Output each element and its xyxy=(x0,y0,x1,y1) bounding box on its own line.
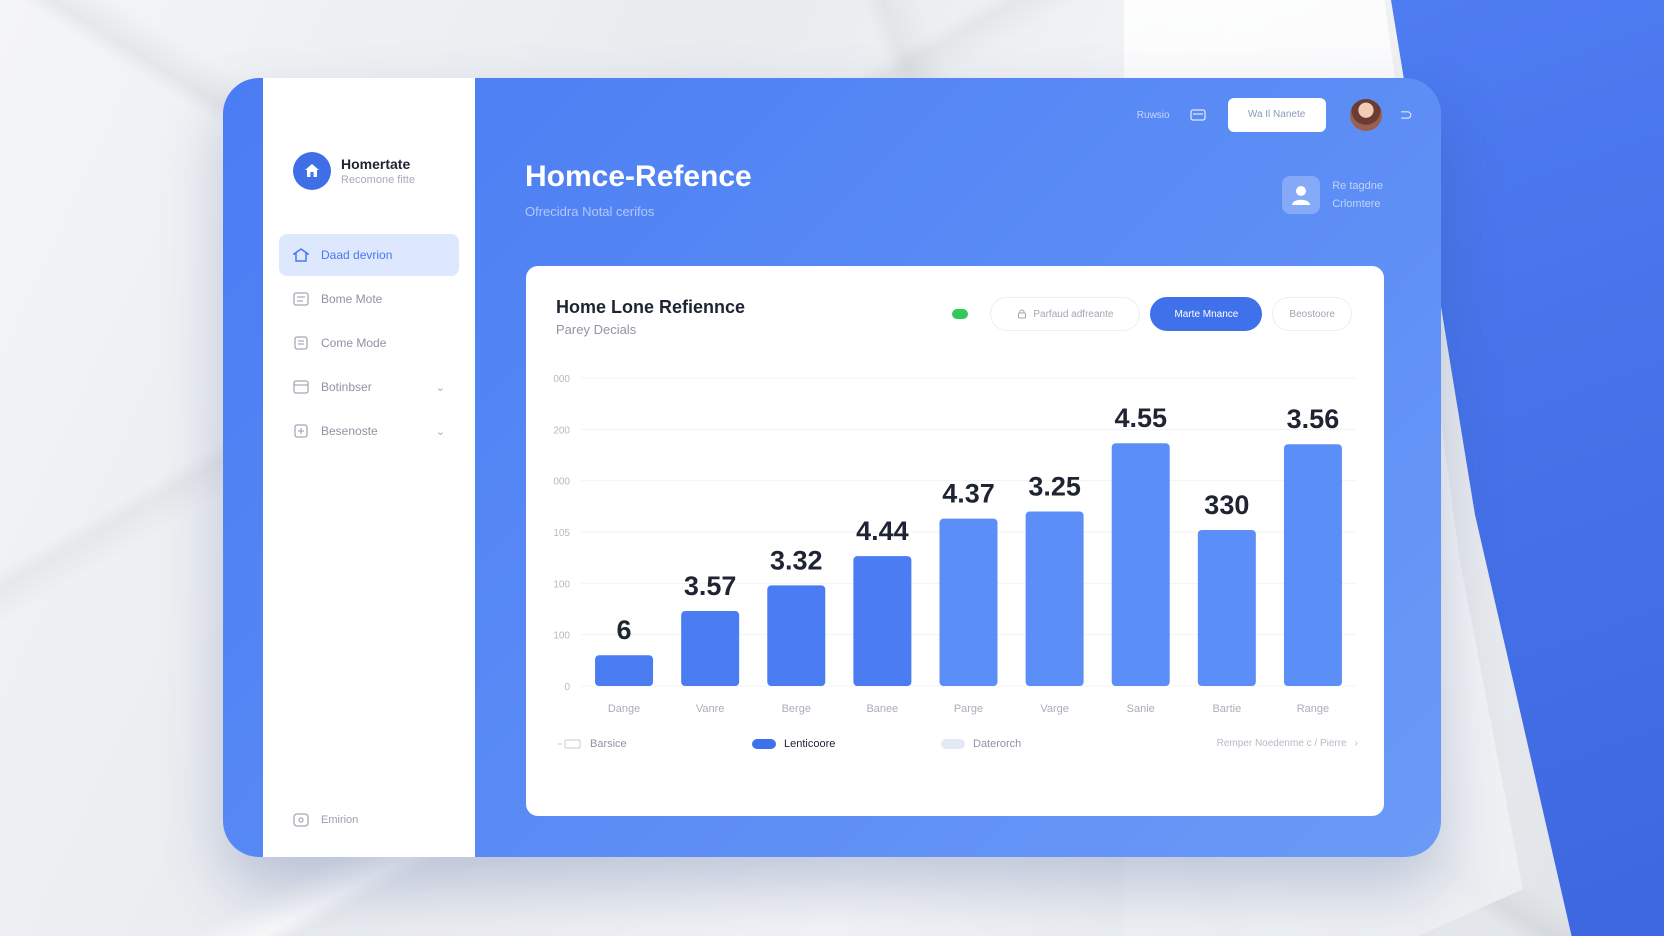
bar xyxy=(1197,529,1256,686)
app-window: Homertate Recomone fitte Daad devrion Bo… xyxy=(223,78,1441,857)
list-icon xyxy=(293,292,309,306)
settings-icon xyxy=(293,813,309,827)
x-tick-label: Dange xyxy=(608,703,640,715)
x-tick-label: Bartie xyxy=(1212,703,1241,715)
x-tick-label: Varge xyxy=(1040,703,1069,715)
sidebar-item-come-mode[interactable]: Come Mode xyxy=(279,322,459,364)
bar-value-label: 3.32 xyxy=(770,545,823,575)
bar xyxy=(1025,511,1084,686)
bar-chart: 0 100 100 105 000 200 000 6 Dange 3.57 Vanre 3.32 Be… xyxy=(553,374,1356,715)
user-card-title: Re tagdne xyxy=(1332,180,1383,192)
user-avatar[interactable] xyxy=(1349,99,1382,131)
sidebar-item-besenoste[interactable]: Besenoste ⌄ xyxy=(279,410,459,452)
bar-value-label: 4.37 xyxy=(942,479,995,509)
x-tick-label: Berge xyxy=(782,703,811,715)
brand-subtitle: Recomone fitte xyxy=(341,174,415,186)
sidebar: Homertate Recomone fitte Daad devrion Bo… xyxy=(263,78,475,857)
x-tick-label: Banee xyxy=(866,703,898,715)
sidebar-item-label: Daad devrion xyxy=(321,248,393,262)
card-icon xyxy=(293,380,309,394)
bar xyxy=(767,585,826,686)
legend-label: Lenticoore xyxy=(784,738,836,750)
y-tick-label: 0 xyxy=(564,682,570,693)
bar-value-label: 3.25 xyxy=(1028,471,1081,501)
sidebar-footer-label: Emirion xyxy=(321,814,359,826)
user-card[interactable]: Re tagdne Crlomtere xyxy=(1282,176,1383,214)
chart-legend: Barsice Lenticoore Daterorch Remper Noed… xyxy=(558,738,1358,762)
legend-more-label: Remper Noedenme c / Pierre xyxy=(1216,738,1347,749)
chevron-down-icon[interactable]: ⌄ xyxy=(436,381,445,394)
sidebar-item-bome-mote[interactable]: Bome Mote xyxy=(279,278,459,320)
x-tick-label: Parge xyxy=(954,703,983,715)
bar-value-label: 6 xyxy=(617,615,632,645)
x-tick-label: Range xyxy=(1297,703,1329,715)
legend-item[interactable]: Barsice xyxy=(558,738,627,750)
bar-value-label: 4.55 xyxy=(1114,403,1167,433)
bar xyxy=(681,611,740,686)
y-tick-label: 100 xyxy=(553,631,570,642)
bar xyxy=(1111,443,1170,686)
x-tick-label: Sanie xyxy=(1127,703,1155,715)
card-title: Home Lone Refiennce xyxy=(556,297,746,317)
chart-card: 0 100 100 105 000 200 000 6 Dange 3.57 Vanre 3.32 Be… xyxy=(526,266,1384,816)
bar-value-label: 4.44 xyxy=(856,516,909,546)
legend-item[interactable]: Lenticoore xyxy=(752,738,835,750)
menu-icon[interactable] xyxy=(1189,109,1206,121)
y-tick-label: 000 xyxy=(553,477,570,488)
topbar-link[interactable]: Ruwsio xyxy=(1137,110,1170,121)
page-subtitle: Ofrecidra Notal cerifos xyxy=(525,204,655,219)
sidebar-item-label: Botinbser xyxy=(321,380,372,394)
lock-icon xyxy=(1018,309,1027,319)
home-icon xyxy=(293,248,309,262)
bar-value-label: 330 xyxy=(1204,490,1249,520)
sidebar-nav: Daad devrion Bome Mote Come Mode Botinbs… xyxy=(279,234,459,454)
y-tick-label: 200 xyxy=(553,425,570,436)
report-icon xyxy=(294,424,308,438)
y-tick-label: 000 xyxy=(553,374,570,385)
page-title: Homce-Refence xyxy=(525,160,752,193)
sidebar-footer-item[interactable]: Emirion xyxy=(293,813,358,827)
status-indicator xyxy=(952,309,969,319)
brand-name: Homertate xyxy=(341,156,411,172)
sidebar-item-label: Come Mode xyxy=(321,336,387,350)
legend-outline-swatch xyxy=(558,739,581,749)
legend-more-link[interactable]: Remper Noedenme c / Pierre › xyxy=(1217,738,1358,749)
secondary-pill-button[interactable]: Beostoore xyxy=(1272,297,1352,331)
sidebar-item-dashboard[interactable]: Daad devrion xyxy=(279,234,459,276)
legend-swatch xyxy=(752,739,776,749)
y-tick-label: 105 xyxy=(553,528,570,539)
x-tick-label: Vanre xyxy=(696,703,725,715)
chevron-right-icon: › xyxy=(1354,738,1358,749)
filter-pill[interactable]: Parfaud adfreante xyxy=(990,297,1141,331)
brand[interactable]: Homertate Recomone fitte xyxy=(293,152,415,190)
topbar-action-button[interactable]: Wa Il Nanete xyxy=(1227,98,1326,132)
legend-swatch xyxy=(941,739,965,749)
home-logo-icon xyxy=(293,152,331,190)
bar-value-label: 3.57 xyxy=(684,571,737,601)
document-icon xyxy=(294,336,308,350)
bar-value-label: 3.56 xyxy=(1287,404,1340,434)
legend-label: Daterorch xyxy=(973,738,1022,750)
legend-item[interactable]: Daterorch xyxy=(941,738,1021,750)
card-actions: Parfaud adfreante Marte Mnance Beostoore xyxy=(952,297,1352,331)
users-icon xyxy=(1282,176,1321,214)
card-subtitle: Parey Decials xyxy=(556,322,637,337)
bar xyxy=(1283,444,1342,686)
legend-label: Barsice xyxy=(590,738,627,750)
bar xyxy=(939,518,998,686)
y-tick-label: 100 xyxy=(553,579,570,590)
bar xyxy=(853,556,912,686)
chevron-down-icon[interactable]: ⌄ xyxy=(436,425,445,438)
topbar: Ruwsio Wa Il Nanete ⊃ xyxy=(1137,98,1413,132)
bar xyxy=(595,655,654,686)
primary-pill-button[interactable]: Marte Mnance xyxy=(1150,297,1263,331)
sidebar-item-label: Besenoste xyxy=(321,424,378,438)
logout-icon[interactable]: ⊃ xyxy=(1400,105,1413,125)
filter-pill-label: Parfaud adfreante xyxy=(1033,308,1114,320)
sidebar-item-label: Bome Mote xyxy=(321,292,383,306)
sidebar-item-botinbser[interactable]: Botinbser ⌄ xyxy=(279,366,459,408)
user-card-subtitle: Crlomtere xyxy=(1332,198,1381,210)
